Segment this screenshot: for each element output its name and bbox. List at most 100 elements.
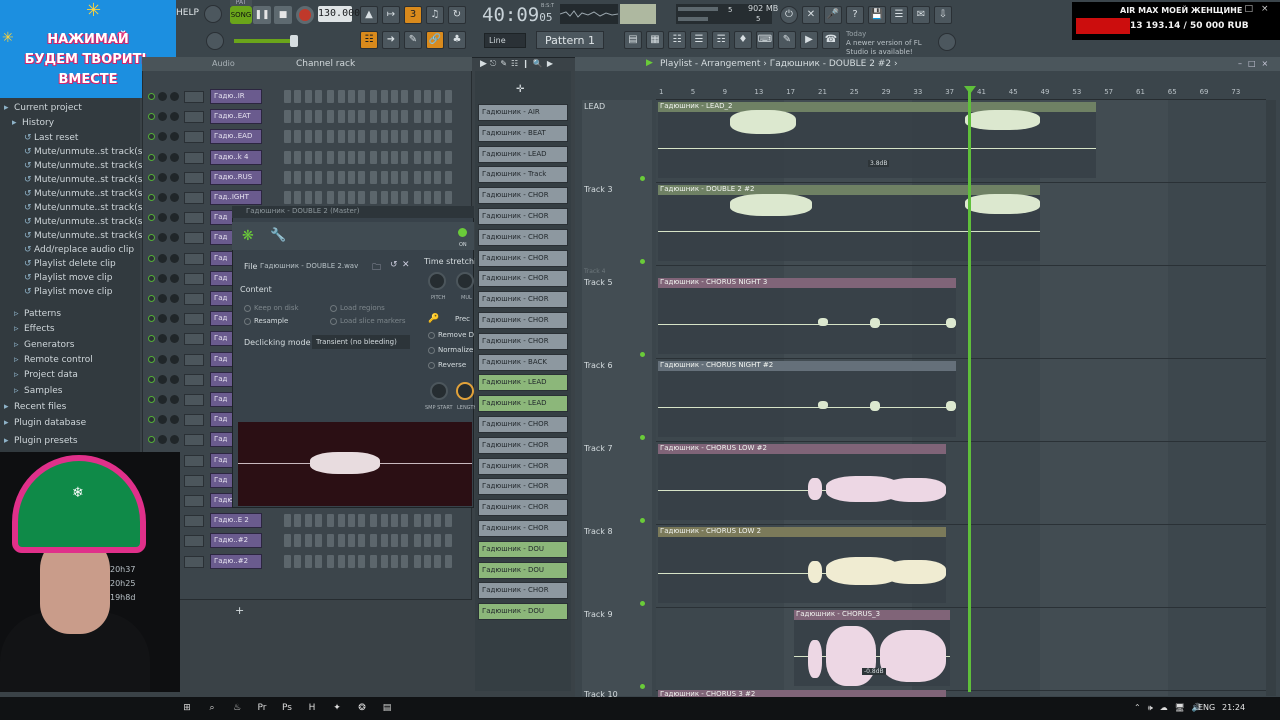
export-button[interactable]: ⇩: [934, 6, 952, 24]
step-button[interactable]: [434, 110, 442, 124]
track-label[interactable]: Track 7: [584, 444, 613, 453]
channel-pan-knob[interactable]: [158, 233, 167, 243]
step-button[interactable]: [391, 110, 398, 124]
browser-item[interactable]: ↺ Playlist move clip: [0, 285, 140, 299]
step-button[interactable]: [434, 90, 442, 103]
track-label[interactable]: Track 4: [584, 268, 605, 275]
channel-mixer-track[interactable]: [184, 151, 204, 164]
clip-waveform-preview[interactable]: [238, 422, 472, 506]
step-button[interactable]: [434, 191, 442, 204]
step-button[interactable]: [358, 514, 366, 528]
track-enable-led[interactable]: [640, 352, 645, 357]
track-enable-led[interactable]: [640, 259, 645, 264]
master-volume-knob[interactable]: [204, 5, 222, 23]
step-button[interactable]: [304, 170, 312, 184]
channel-name-button[interactable]: Гадю..EAD: [210, 129, 262, 145]
browser-item[interactable]: ↺ Mute/unmute..st track(s): [0, 187, 146, 201]
channel-led[interactable]: [148, 315, 155, 323]
channel-pan-knob[interactable]: [158, 314, 167, 324]
channel-volume-knob[interactable]: [170, 193, 179, 202]
step-button[interactable]: [434, 130, 442, 144]
channel-volume-knob[interactable]: [170, 152, 179, 162]
step-button[interactable]: [434, 514, 442, 528]
track-label[interactable]: Track 9: [584, 610, 613, 619]
channel-mixer-track[interactable]: [184, 171, 204, 184]
master-volume-handle[interactable]: [290, 35, 298, 47]
pattern-item[interactable]: Гадюшник - LEAD: [478, 374, 568, 392]
pattern-item[interactable]: Гадюшник - CHOR: [478, 457, 568, 475]
channel-row[interactable]: Гадю..E 2: [144, 512, 470, 530]
channel-pan-knob[interactable]: [158, 172, 167, 182]
step-button[interactable]: [444, 110, 452, 124]
length-knob[interactable]: [456, 382, 474, 400]
step-button[interactable]: [401, 534, 409, 548]
pattern-item[interactable]: Гадюшник - BACK: [478, 353, 568, 371]
step-button[interactable]: [337, 514, 345, 528]
channel-mixer-track[interactable]: [184, 394, 204, 406]
track-label[interactable]: Track 6: [584, 361, 613, 370]
step-button[interactable]: [284, 110, 291, 124]
channel-rack-filter[interactable]: Audio: [212, 59, 235, 68]
browser-item[interactable]: ↺ Playlist delete clip: [0, 257, 140, 271]
channel-pan-knob[interactable]: [158, 213, 167, 223]
playhead[interactable]: [968, 86, 971, 692]
step-button[interactable]: [314, 554, 322, 568]
track-enable-led[interactable]: [640, 435, 645, 440]
step-button[interactable]: [284, 130, 291, 144]
channel-led[interactable]: [148, 274, 155, 282]
step-button[interactable]: [401, 191, 409, 204]
channel-volume-knob[interactable]: [170, 374, 179, 384]
picker-arrow-icon[interactable]: ▶: [480, 59, 487, 69]
step-button[interactable]: [358, 130, 366, 144]
step-button[interactable]: [358, 554, 366, 568]
browser-item[interactable]: ▹ Effects: [0, 322, 140, 336]
step-button[interactable]: [370, 150, 378, 164]
step-button[interactable]: [314, 110, 322, 124]
track-enable-led[interactable]: [640, 684, 645, 689]
channel-mixer-track[interactable]: [184, 333, 204, 346]
channel-row[interactable]: Гадю..#2: [144, 553, 470, 571]
channel-mixer-track[interactable]: [184, 495, 204, 507]
playlist-window-controls[interactable]: –□×: [1238, 59, 1274, 68]
stamp-tool[interactable]: ♣: [448, 31, 466, 49]
step-button[interactable]: [370, 90, 378, 103]
taskbar-clock[interactable]: 21:24: [1222, 703, 1245, 712]
step-button[interactable]: [358, 170, 366, 184]
step-button[interactable]: [294, 554, 302, 568]
channel-led[interactable]: [148, 93, 155, 100]
load-slice-markers-option[interactable]: Load slice markers: [330, 317, 406, 325]
step-button[interactable]: [337, 110, 345, 124]
step-button[interactable]: [358, 191, 366, 204]
playlist-tools-icon[interactable]: ⎋✎☷❙🔍▶: [490, 59, 557, 69]
channel-mixer-track[interactable]: [184, 515, 204, 528]
remote-button[interactable]: ☎: [822, 31, 840, 49]
track-label[interactable]: Track 8: [584, 527, 613, 536]
channel-volume-knob[interactable]: [170, 334, 179, 344]
channel-rack-button[interactable]: ☷: [668, 31, 686, 49]
plugin-picker-button[interactable]: ♦: [734, 31, 752, 49]
track-label[interactable]: Track 5: [584, 278, 613, 287]
step-button[interactable]: [314, 534, 322, 548]
browser-item[interactable]: ↺ Add/replace audio clip: [0, 243, 140, 257]
touch-keyboard-button[interactable]: ⌨: [756, 31, 774, 49]
step-button[interactable]: [434, 554, 442, 568]
channel-row[interactable]: Гадю..#2: [144, 532, 470, 550]
step-button[interactable]: [370, 191, 378, 204]
photoshop-icon[interactable]: Ps: [280, 701, 294, 715]
metronome-button[interactable]: ▲: [360, 6, 378, 24]
pattern-item[interactable]: Гадюшник - CHOR: [478, 478, 568, 496]
browser-item[interactable]: ▹ Generators: [0, 338, 140, 352]
browser-item[interactable]: ▸ Plugin presets: [0, 434, 140, 448]
channel-pan-knob[interactable]: [158, 374, 167, 384]
language-indicator[interactable]: ENG: [1198, 703, 1215, 712]
step-button[interactable]: [413, 90, 421, 103]
steam-icon[interactable]: ♨: [230, 701, 244, 715]
step-button[interactable]: [314, 90, 322, 103]
browser-item[interactable]: ▹ Patterns: [0, 307, 140, 321]
browser-item[interactable]: ↺ Mute/unmute..st track(s): [0, 145, 146, 159]
step-button[interactable]: [370, 514, 378, 528]
step-button[interactable]: [347, 150, 355, 164]
channel-volume-knob[interactable]: [170, 92, 179, 101]
channel-volume-knob[interactable]: [170, 233, 179, 243]
step-button[interactable]: [304, 110, 312, 124]
